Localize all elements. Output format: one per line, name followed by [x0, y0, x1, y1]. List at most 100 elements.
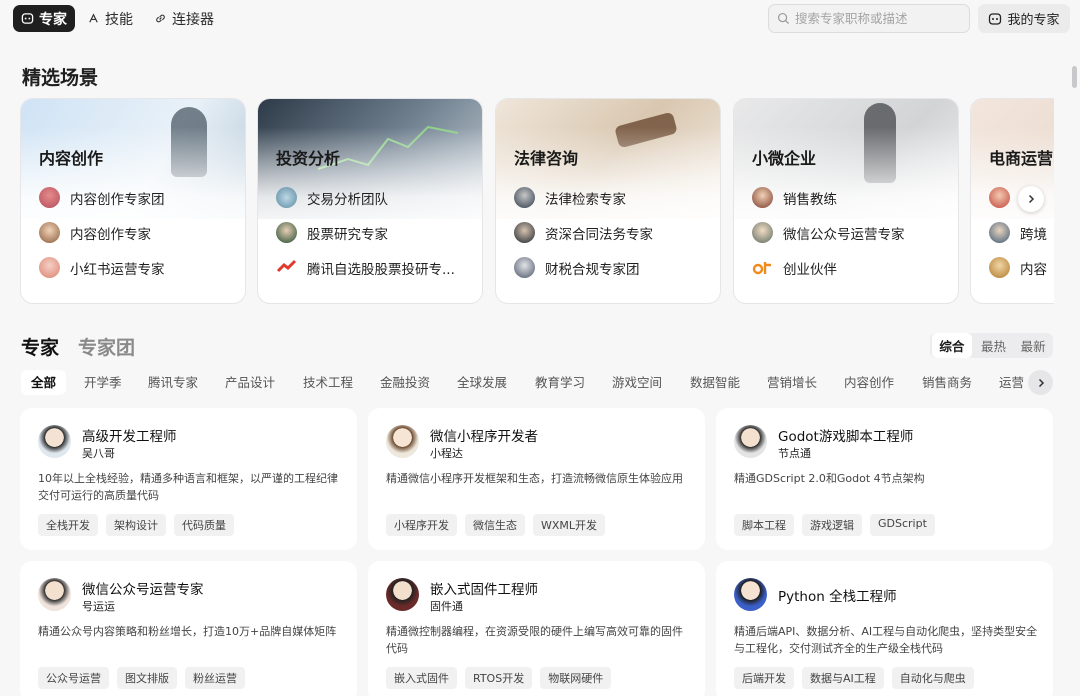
category-item[interactable]: 运营 [999, 370, 1024, 395]
scene-item[interactable]: 跨境 [989, 222, 1047, 243]
tag: 数据与AI工程 [802, 667, 884, 689]
scrollbar-thumb[interactable] [1072, 66, 1077, 88]
category-item[interactable]: 内容创作 [844, 370, 894, 395]
expert-description: 精通GDScript 2.0和Godot 4节点架构 [734, 472, 925, 485]
expert-icon [989, 12, 1002, 25]
scene-item[interactable]: 销售教练 [752, 187, 837, 208]
tag: WXML开发 [533, 514, 606, 536]
expert-icon [21, 13, 34, 24]
scene-title: 法律咨询 [514, 149, 579, 168]
expert-name: Godot游戏脚本工程师 [778, 429, 914, 445]
my-experts-label: 我的专家 [1007, 13, 1060, 28]
scene-next-button[interactable] [1018, 186, 1044, 212]
stock-logo-icon [276, 257, 297, 278]
expert-card[interactable]: Godot游戏脚本工程师 节点通 精通GDScript 2.0和Godot 4节… [716, 408, 1053, 550]
expert-nickname: 号运运 [82, 600, 115, 613]
partner-logo-icon [752, 257, 773, 278]
expert-card[interactable]: 微信公众号运营专家 号运运 精通公众号内容策略和粉丝增长，打造10万+品牌自媒体… [20, 561, 357, 696]
tag-list: 小程序开发 微信生态 WXML开发 [386, 514, 606, 536]
scene-item[interactable] [989, 187, 1020, 208]
tag: 全栈开发 [38, 514, 98, 536]
scene-item[interactable]: 微信公众号运营专家 [752, 222, 905, 243]
scene-item-label: 法律检索专家 [545, 191, 626, 208]
category-next-button[interactable] [1028, 370, 1053, 395]
category-item[interactable]: 营销增长 [767, 370, 817, 395]
tag: 粉丝运营 [185, 667, 245, 689]
expert-card[interactable]: 嵌入式固件工程师 固件通 精通微控制器编程，在资源受限的硬件上编写高效可靠的固件… [368, 561, 705, 696]
sort-new[interactable]: 最新 [1013, 336, 1053, 355]
scene-item[interactable]: 资深合同法务专家 [514, 222, 653, 243]
expert-name: 嵌入式固件工程师 [430, 582, 538, 598]
scene-card-investment[interactable]: 投资分析 交易分析团队 股票研究专家 腾讯自选股股票投研专... [257, 98, 483, 304]
category-item[interactable]: 腾讯专家 [148, 370, 198, 395]
tag-list: 公众号运营 图文排版 粉丝运营 [38, 667, 245, 689]
scene-item[interactable]: 内容创作专家 [39, 222, 151, 243]
scene-title: 内容创作 [39, 149, 104, 168]
tag: 物联网硬件 [540, 667, 612, 689]
expert-name: 微信小程序开发者 [430, 429, 538, 445]
category-item[interactable]: 数据智能 [690, 370, 740, 395]
scene-item-label: 销售教练 [783, 191, 837, 208]
tag: 脚本工程 [734, 514, 794, 536]
my-experts-button[interactable]: 我的专家 [978, 4, 1070, 33]
expert-description: 精通微控制器编程，在资源受限的硬件上编写高效可靠的固件代码 [386, 625, 683, 655]
avatar [276, 187, 297, 208]
scene-item[interactable]: 小红书运营专家 [39, 257, 165, 278]
expert-nickname: 节点通 [778, 447, 811, 460]
scene-item[interactable]: 股票研究专家 [276, 222, 388, 243]
tag: 微信生态 [465, 514, 525, 536]
expert-description: 精通后端API、数据分析、AI工程与自动化爬虫，坚持类型安全与工程化，交付测试齐… [734, 625, 1038, 655]
expert-card[interactable]: Python 全栈工程师 精通后端API、数据分析、AI工程与自动化爬虫，坚持类… [716, 561, 1053, 696]
scene-item[interactable]: 内容 [989, 257, 1047, 278]
expert-card[interactable]: 高级开发工程师 吴八哥 10年以上全栈经验，精通多种语言和框架，以严谨的工程纪律… [20, 408, 357, 550]
avatar [734, 578, 767, 611]
category-item[interactable]: 技术工程 [303, 370, 353, 395]
tag-list: 嵌入式固件 RTOS开发 物联网硬件 [386, 667, 612, 689]
scene-item[interactable]: 内容创作专家团 [39, 187, 165, 208]
category-item[interactable]: 销售商务 [922, 370, 972, 395]
avatar [514, 257, 535, 278]
search-input[interactable] [795, 11, 965, 26]
sort-hot[interactable]: 最热 [974, 336, 1014, 355]
scene-item[interactable]: 财税合规专家团 [514, 257, 640, 278]
scene-item[interactable]: 交易分析团队 [276, 187, 388, 208]
tag-list: 后端开发 数据与AI工程 自动化与爬虫 [734, 667, 974, 689]
tab-experts-list[interactable]: 专家 [21, 333, 59, 360]
tab-skills[interactable]: 技能 [87, 5, 133, 32]
featured-title: 精选场景 [22, 67, 99, 89]
category-item[interactable]: 金融投资 [380, 370, 430, 395]
category-item[interactable]: 全球发展 [457, 370, 507, 395]
tab-experts[interactable]: 专家 [13, 5, 75, 32]
avatar [39, 222, 60, 243]
avatar [989, 257, 1010, 278]
category-item[interactable]: 开学季 [84, 370, 122, 395]
scene-item-label: 跨境 [1020, 226, 1047, 243]
category-item[interactable]: 产品设计 [225, 370, 275, 395]
scene-item-label: 财税合规专家团 [545, 261, 640, 278]
category-item[interactable]: 游戏空间 [612, 370, 662, 395]
scene-item[interactable]: 腾讯自选股股票投研专... [276, 257, 455, 278]
tab-skills-label: 技能 [105, 11, 133, 28]
tag-list: 脚本工程 游戏逻辑 GDScript [734, 514, 935, 536]
scene-item-label: 小红书运营专家 [70, 261, 165, 278]
scene-item[interactable]: 法律检索专家 [514, 187, 626, 208]
expert-card[interactable]: 微信小程序开发者 小程达 精通微信小程序开发框架和生态，打造流畅微信原生体验应用… [368, 408, 705, 550]
featured-scenes: 内容创作 内容创作专家团 内容创作专家 小红书运营专家 投资分析 交易分析团队 … [20, 98, 1054, 306]
scene-card-content[interactable]: 内容创作 内容创作专家团 内容创作专家 小红书运营专家 [20, 98, 246, 304]
scene-card-legal[interactable]: 法律咨询 法律检索专家 资深合同法务专家 财税合规专家团 [495, 98, 721, 304]
tab-connectors[interactable]: 连接器 [154, 5, 214, 32]
scene-item-label: 内容 [1020, 261, 1047, 278]
tag: RTOS开发 [465, 667, 533, 689]
scene-card-smallbiz[interactable]: 小微企业 销售教练 微信公众号运营专家 创业伙伴 [733, 98, 959, 304]
scene-title: 投资分析 [276, 149, 341, 168]
tab-expert-teams[interactable]: 专家团 [78, 333, 135, 360]
tab-experts-label: 专家 [39, 11, 67, 28]
skill-icon [89, 13, 98, 23]
category-item[interactable]: 教育学习 [535, 370, 585, 395]
tag: 嵌入式固件 [386, 667, 457, 689]
tag: 小程序开发 [386, 514, 457, 536]
scene-item[interactable]: 创业伙伴 [752, 257, 837, 278]
category-all[interactable]: 全部 [21, 370, 67, 395]
sort-comprehensive[interactable]: 综合 [932, 333, 972, 358]
scene-title: 小微企业 [752, 149, 817, 168]
